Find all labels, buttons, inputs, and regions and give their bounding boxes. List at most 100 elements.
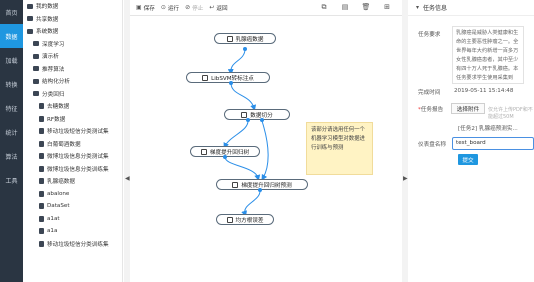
dataset-icon: [39, 115, 44, 122]
port-out[interactable]: [260, 118, 264, 122]
repo-name-label: 仪表盘名称: [418, 142, 446, 148]
tree-item[interactable]: RF数据: [23, 113, 122, 126]
report-placeholder: 仅允许上传PDF和不能超过50M: [488, 107, 533, 120]
tree-item[interactable]: abalone: [23, 188, 122, 201]
requirement-label: 任务要求: [418, 32, 441, 38]
node-label: 均方根误差: [235, 217, 264, 224]
tree-item-label: 我的数据: [36, 4, 59, 11]
save-button[interactable]: ▣ 保存: [136, 4, 155, 12]
copy-icon[interactable]: ⧉: [318, 3, 330, 12]
requirement-text: 乳腺癌是威胁人类健康和生命的主要恶性肿瘤之一。全世界每年大约新增一百多万女性乳腺…: [452, 26, 524, 84]
nav-item-home[interactable]: 首页: [0, 0, 23, 24]
app-root: 首页 数据 加载 转换 特征 统计 算法 工具 我的数据 共享数据 系统数据 深…: [0, 0, 534, 282]
tree-item[interactable]: 白葡萄酒数据: [23, 138, 122, 151]
tree-item-label: 移动垃圾短信分类训练集: [47, 241, 109, 248]
collapse-right-icon[interactable]: ▶: [403, 175, 408, 182]
folder-icon: [33, 66, 39, 72]
node-gbt-predict[interactable]: 梯度提升回归树预测: [216, 179, 308, 190]
tree-item[interactable]: 我的数据: [23, 0, 122, 13]
tree-item[interactable]: 微博垃圾信息分类训练集: [23, 163, 122, 176]
folder-icon: [27, 16, 33, 22]
tree-item-label: 结构化分析: [42, 79, 70, 86]
grid-icon[interactable]: ⊞: [381, 3, 393, 12]
collapse-left-icon[interactable]: ◀: [125, 175, 130, 182]
tree-item[interactable]: 演示析: [23, 50, 122, 63]
tree-item[interactable]: a1a: [23, 225, 122, 238]
dataset-icon: [39, 228, 44, 235]
tree-item-label: 微博垃圾信息分类训练集: [47, 166, 109, 173]
workflow-canvas[interactable]: 乳腺癌数据 LibSVM转标注点 数据切分 梯度提升回归树 梯度提升回归树预测 …: [130, 16, 402, 282]
folder-icon: [33, 78, 39, 84]
report-label: *任务报告: [418, 105, 443, 113]
node-rmse[interactable]: 均方根误差: [216, 214, 274, 225]
folder-icon: [33, 53, 39, 59]
nav-item-load[interactable]: 加载: [0, 48, 23, 72]
nav-item-transform[interactable]: 转换: [0, 72, 23, 96]
tree-item[interactable]: 系统数据: [23, 25, 122, 38]
play-icon: ⊙: [160, 4, 166, 11]
completion-label: 完成时间: [418, 90, 441, 96]
nav-item-stats[interactable]: 统计: [0, 120, 23, 144]
dashboard-name-input[interactable]: test_board: [452, 137, 534, 150]
edge-data-to-libsvm: [227, 48, 246, 75]
tree-item[interactable]: 移动垃圾短信分类训练集: [23, 238, 122, 251]
completion-time: 2019-05-11 15:14:48: [454, 88, 514, 94]
folder-icon: [27, 3, 33, 9]
dataset-icon: [39, 165, 44, 172]
dataset-icon: [39, 103, 44, 110]
edge-split-to-predict: [261, 120, 269, 181]
tree-item[interactable]: 深度学习: [23, 38, 122, 51]
tree-item[interactable]: 去糖数据: [23, 100, 122, 113]
dataset-icon: [39, 215, 44, 222]
dataset-icon: [39, 140, 44, 147]
tree-item-label: 分类回归: [42, 91, 65, 98]
tree-item[interactable]: 乳腺癌数据: [23, 175, 122, 188]
nav-item-algorithm[interactable]: 算法: [0, 144, 23, 168]
nav-item-feature[interactable]: 特征: [0, 96, 23, 120]
nav-item-data[interactable]: 数据: [0, 24, 23, 48]
hint-note: 该部分请选用任何一个机器学习模型对数据进行训练与预测: [306, 122, 373, 175]
back-button[interactable]: ↩ 返回: [209, 4, 227, 12]
save-label: 保存: [143, 5, 155, 12]
dataset-icon: [39, 240, 44, 247]
tree-item-label: 白葡萄酒数据: [47, 141, 81, 148]
tree-item[interactable]: 分类回归: [23, 88, 122, 101]
port-out[interactable]: [246, 118, 250, 122]
tree-item[interactable]: 微博垃圾信息分类测试集: [23, 150, 122, 163]
left-nav: 首页 数据 加载 转换 特征 统计 算法 工具: [0, 0, 23, 282]
tree-item[interactable]: DataSet: [23, 200, 122, 213]
panel-title: 任务信息: [423, 5, 448, 12]
tree-item-label: 共享数据: [36, 16, 59, 23]
port-out[interactable]: [223, 155, 227, 159]
tree-item[interactable]: a1at: [23, 213, 122, 226]
tree-item[interactable]: 移动垃圾短信分类测试集: [23, 125, 122, 138]
node-dataset[interactable]: 乳腺癌数据: [214, 33, 276, 44]
tree-item-label: abalone: [47, 190, 70, 197]
port-out[interactable]: [258, 188, 262, 192]
port-out[interactable]: [243, 47, 247, 51]
edge-split-to-gbt: [223, 120, 249, 149]
report-label-text: 任务报告: [420, 107, 444, 113]
edge-gbt-to-predict: [224, 156, 261, 181]
tree-item[interactable]: 结构化分析: [23, 75, 122, 88]
node-split[interactable]: 数据切分: [224, 109, 290, 120]
run-button[interactable]: ⊙ 运行: [161, 4, 179, 12]
save-icon: ▣: [136, 4, 142, 11]
paste-icon[interactable]: ▤: [339, 3, 351, 12]
tree-item-label: 系统数据: [36, 29, 59, 36]
nav-item-tools[interactable]: 工具: [0, 168, 23, 192]
toolbar-right-group: ⧉ ▤ 🗑 ⊞: [318, 3, 402, 12]
tree-item[interactable]: 推荐算法: [23, 63, 122, 76]
choose-file-button[interactable]: 选择附件: [451, 103, 485, 114]
submit-button[interactable]: 提交: [458, 154, 478, 165]
stop-button[interactable]: ⊘ 停止: [185, 4, 203, 12]
node-label: 乳腺癌数据: [235, 36, 264, 43]
node-libsvm[interactable]: LibSVM转标注点: [186, 72, 270, 83]
data-tree: 我的数据 共享数据 系统数据 深度学习 演示析 推荐算法 结构化分析 分类回归 …: [23, 0, 123, 282]
port-out[interactable]: [229, 81, 233, 85]
panel-header[interactable]: ▾ 任务信息: [408, 0, 534, 16]
tree-item-label: a1at: [47, 215, 60, 222]
tree-item[interactable]: 共享数据: [23, 13, 122, 26]
tree-item-label: 乳腺癌数据: [47, 179, 75, 186]
delete-icon[interactable]: 🗑: [360, 3, 372, 12]
